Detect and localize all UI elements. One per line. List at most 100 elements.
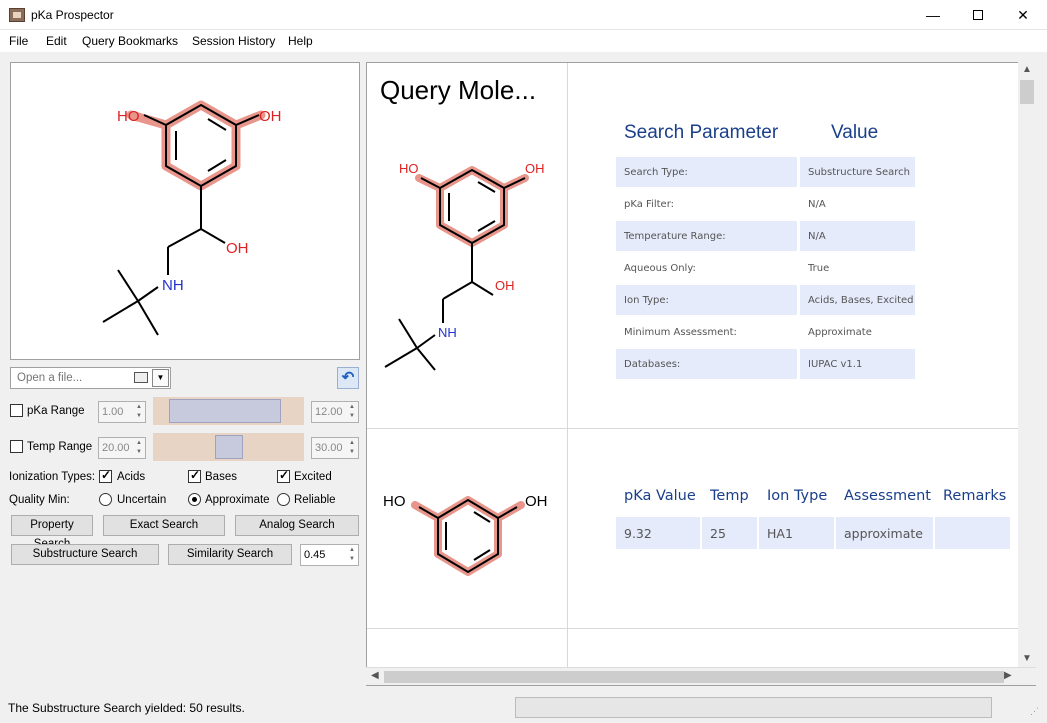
similarity-search-button[interactable]: Similarity Search <box>168 544 292 565</box>
bases-checkbox[interactable] <box>188 468 201 483</box>
resize-grip-icon[interactable]: ⋰ <box>1030 706 1039 717</box>
temp-range-selection[interactable] <box>215 435 243 459</box>
ionization-types-label: Ionization Types: <box>9 471 96 483</box>
param-name: Databases: <box>616 349 797 379</box>
row-divider <box>367 628 1019 629</box>
file-picker: ▼ <box>10 367 171 389</box>
vertical-scroll-thumb[interactable] <box>1020 80 1034 104</box>
spinner-arrows-icon: ▲ ▼ <box>136 404 142 419</box>
temp-max-spinner[interactable]: 30.00 ▲ ▼ <box>311 437 359 459</box>
ion-type-cell: HA1 <box>759 517 834 549</box>
temp-min-spinner[interactable]: 20.00 ▲ ▼ <box>98 437 146 459</box>
query-molecule-title: Query Mole... <box>380 75 537 105</box>
maximize-button[interactable] <box>955 0 1001 30</box>
menu-help[interactable]: Help <box>288 34 313 48</box>
analog-search-button[interactable]: Analog Search <box>235 515 359 536</box>
scroll-left-icon[interactable]: ◀ <box>371 670 379 681</box>
temp-range-checkbox[interactable] <box>10 440 23 453</box>
param-name: Aqueous Only: <box>624 263 696 274</box>
temp-range-label: Temp Range <box>27 441 93 453</box>
remarks-header: Remarks <box>943 488 1007 504</box>
property-search-button[interactable]: Property Search <box>11 515 93 550</box>
reliable-radio[interactable] <box>277 493 290 506</box>
folder-icon[interactable] <box>134 372 148 383</box>
param-value: IUPAC v1.1 <box>800 349 915 379</box>
results-panel: Query Mole... HO OH OH NH Search Paramet… <box>366 62 1036 686</box>
similarity-threshold-spinner[interactable]: 0.45 ▲ ▼ <box>300 544 359 566</box>
hydroxyl-label-side: OH <box>495 278 515 293</box>
substructure-search-button[interactable]: Substructure Search <box>11 544 159 565</box>
similarity-threshold-value: 0.45 <box>304 549 326 561</box>
hydroxyl-label-side: OH <box>226 240 249 257</box>
param-value: Approximate <box>808 327 872 338</box>
menu-query-bookmarks[interactable]: Query Bookmarks <box>82 34 178 48</box>
param-value: Acids, Bases, Excited <box>800 285 915 315</box>
spinner-arrows-icon: ▲ ▼ <box>349 404 355 419</box>
pka-min-value: 1.00 <box>102 406 124 418</box>
results-vertical-scrollbar[interactable]: ▲ ▼ <box>1018 62 1036 668</box>
temp-header: Temp <box>710 488 749 504</box>
hydroxyl-label-right: OH <box>525 161 545 176</box>
results-horizontal-scrollbar[interactable]: ◀ ▶ <box>366 667 1036 685</box>
hydroxyl-label-right: OH <box>259 108 282 125</box>
chevron-down-icon: ▼ <box>156 373 165 382</box>
pka-range-label: pKa Range <box>27 405 85 417</box>
file-history-dropdown[interactable]: ▼ <box>152 369 169 387</box>
pka-min-spinner[interactable]: 1.00 ▲ ▼ <box>98 401 146 423</box>
temp-range-slider[interactable] <box>153 433 304 461</box>
undo-button[interactable]: ↶ <box>337 367 359 389</box>
pka-max-value: 12.00 <box>315 406 343 418</box>
temp-min-value: 20.00 <box>102 442 130 454</box>
approximate-label: Approximate <box>205 494 270 506</box>
hydroxyl-label-left: HO <box>383 493 406 510</box>
param-value: N/A <box>808 199 826 210</box>
menu-bar: File Edit Query Bookmarks Session Histor… <box>0 30 1047 52</box>
menu-session-history[interactable]: Session History <box>192 34 275 48</box>
assessment-cell: approximate <box>836 517 933 549</box>
hydroxyl-label-left: HO <box>399 161 419 176</box>
uncertain-radio[interactable] <box>99 493 112 506</box>
scroll-right-icon[interactable]: ▶ <box>1004 670 1012 681</box>
approximate-radio[interactable] <box>188 493 201 506</box>
pka-value-header: pKa Value <box>624 488 696 504</box>
amine-label: NH <box>438 325 457 340</box>
column-divider <box>567 63 568 669</box>
pka-value-cell: 9.32 <box>616 517 700 549</box>
maximize-icon <box>973 10 983 20</box>
param-value: Substructure Search <box>800 157 915 187</box>
status-message: The Substructure Search yielded: 50 resu… <box>8 701 245 715</box>
param-name: Ion Type: <box>616 285 797 315</box>
param-name: Temperature Range: <box>616 221 797 251</box>
param-value: N/A <box>800 221 915 251</box>
spinner-arrows-icon: ▲ ▼ <box>349 547 355 562</box>
spinner-arrows-icon: ▲ ▼ <box>349 440 355 455</box>
uncertain-label: Uncertain <box>117 494 167 506</box>
remarks-cell <box>935 517 1010 549</box>
window-title: pKa Prospector <box>31 8 114 22</box>
excited-checkbox[interactable] <box>277 468 290 483</box>
reliable-label: Reliable <box>294 494 336 506</box>
app-logo-icon <box>9 8 25 22</box>
menu-file[interactable]: File <box>9 34 28 48</box>
horizontal-scroll-thumb[interactable] <box>384 671 1004 683</box>
menu-edit[interactable]: Edit <box>46 34 67 48</box>
minimize-button[interactable]: — <box>910 0 956 30</box>
hydroxyl-label-left: HO <box>117 108 140 125</box>
pka-range-checkbox[interactable] <box>10 404 23 417</box>
close-button[interactable]: ✕ <box>1000 0 1046 30</box>
result-molecule-drawing: HO OH <box>383 493 548 576</box>
pka-max-spinner[interactable]: 12.00 ▲ ▼ <box>311 401 359 423</box>
pka-range-slider[interactable] <box>153 397 304 425</box>
row-divider <box>367 428 1019 429</box>
exact-search-button[interactable]: Exact Search <box>103 515 225 536</box>
pka-range-selection[interactable] <box>169 399 281 423</box>
temp-cell: 25 <box>702 517 757 549</box>
query-molecule-drawing: HO OH OH NH <box>102 100 282 336</box>
molecule-editor[interactable]: HO OH OH NH <box>10 62 360 360</box>
file-path-input[interactable] <box>17 372 127 384</box>
excited-label: Excited <box>294 471 332 483</box>
bases-label: Bases <box>205 471 237 483</box>
scroll-down-icon[interactable]: ▼ <box>1022 653 1032 664</box>
acids-checkbox[interactable] <box>99 468 112 483</box>
scroll-up-icon[interactable]: ▲ <box>1022 64 1032 75</box>
